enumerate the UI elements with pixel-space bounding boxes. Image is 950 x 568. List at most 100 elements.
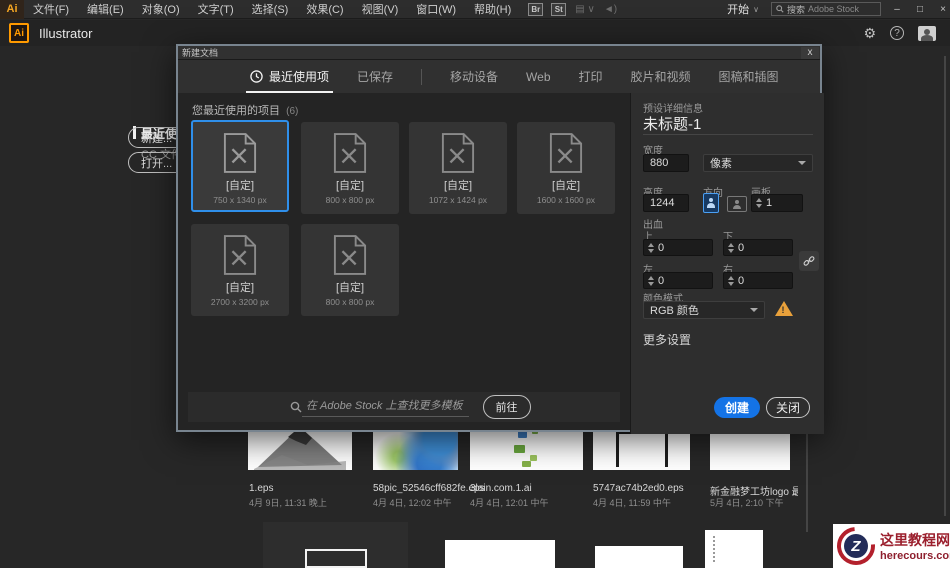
tab-art-illustration[interactable]: 图稿和插图 [719, 60, 779, 93]
stepper-arrows[interactable] [644, 275, 658, 286]
adobe-stock-search-input[interactable]: 搜索 Adobe Stock [771, 2, 881, 16]
tab-label: 打印 [578, 70, 603, 84]
menu-window[interactable]: 窗口(W) [407, 0, 465, 19]
menu-help[interactable]: 帮助(H) [465, 0, 520, 19]
document-name-input[interactable]: 未标题-1 [643, 113, 701, 134]
app-title: Illustrator [39, 25, 93, 41]
file-date: 5月 4日, 2:10 下午 [710, 498, 784, 508]
bleed-top-input[interactable]: 0 [643, 239, 713, 256]
file-thumbnail-partial[interactable] [263, 522, 408, 568]
file-thumbnail-partial[interactable] [445, 540, 555, 568]
color-mode-select[interactable]: RGB 颜色 [643, 301, 765, 319]
tab-saved[interactable]: 已保存 [357, 60, 393, 93]
create-button[interactable]: 创建 [714, 397, 760, 418]
tab-film-video[interactable]: 胶片和视频 [631, 60, 691, 93]
tab-mobile[interactable]: 移动设备 [450, 60, 498, 93]
stock-icon[interactable]: St [551, 2, 567, 16]
more-settings-link[interactable]: 更多设置 [643, 331, 691, 348]
stepper-arrows[interactable] [644, 242, 658, 253]
orientation-portrait-icon[interactable] [703, 193, 719, 213]
tab-label: Web [526, 69, 551, 84]
stepper-arrows[interactable] [724, 275, 738, 286]
maximize-button[interactable]: □ [913, 4, 927, 15]
unit-value: 像素 [710, 158, 732, 170]
preset-size: 800 x 800 px [325, 195, 375, 205]
stepper-arrows[interactable] [752, 198, 766, 208]
tab-recent[interactable]: 最近使用项 [245, 60, 334, 93]
stock-search-input[interactable]: 在 Adobe Stock 上查找更多模板 [302, 397, 469, 417]
menu-view[interactable]: 视图(V) [353, 0, 408, 19]
color-mode-value: RGB 颜色 [650, 305, 699, 317]
app-logo-icon: Ai [0, 0, 24, 19]
chevron-down-icon[interactable]: ∨ [753, 5, 759, 14]
bleed-right-input[interactable]: 0 [723, 272, 793, 289]
file-name[interactable]: 58pic_52546cff682fe.eps [373, 483, 485, 494]
file-name[interactable]: 3lain.com.1.ai [470, 483, 532, 494]
vertical-scrollbar[interactable] [806, 432, 808, 532]
unit-select[interactable]: 像素 [703, 154, 813, 172]
bleed-bottom-input[interactable]: 0 [723, 239, 793, 256]
tab-divider [421, 68, 423, 85]
illustrator-window: Ai 文件(F) 编辑(E) 对象(O) 文字(T) 选择(S) 效果(C) 视… [0, 0, 950, 568]
height-input[interactable]: 1244 [643, 194, 689, 212]
go-button[interactable]: 前往 [482, 395, 531, 419]
menu-bar: Ai 文件(F) 编辑(E) 对象(O) 文字(T) 选择(S) 效果(C) 视… [0, 0, 950, 19]
stepper-arrows[interactable] [724, 242, 738, 253]
settings-gear-icon[interactable]: ⚙ [863, 25, 876, 42]
preset-card-selected[interactable]: [自定] 750 x 1340 px [191, 120, 289, 212]
menu-type[interactable]: 文字(T) [189, 0, 243, 19]
file-thumbnail-partial[interactable] [705, 530, 763, 568]
preset-size: 2700 x 3200 px [210, 297, 270, 307]
width-input[interactable]: 880 [643, 154, 689, 172]
preset-card[interactable]: [自定] 800 x 800 px [301, 224, 399, 316]
dialog-titlebar[interactable]: 新建文档 x [178, 46, 820, 60]
menu-effect[interactable]: 效果(C) [297, 0, 352, 19]
preset-card[interactable]: [自定] 800 x 800 px [301, 122, 399, 214]
file-name[interactable]: 1.eps [249, 483, 273, 494]
close-button[interactable]: 关闭 [766, 397, 810, 418]
account-avatar[interactable] [918, 25, 936, 41]
minimize-button[interactable]: – [890, 4, 904, 15]
chevron-down-icon [798, 161, 806, 165]
orientation-landscape-icon[interactable] [727, 196, 747, 212]
tab-print[interactable]: 打印 [579, 60, 603, 93]
tab-label: 最近使用项 [269, 70, 330, 84]
artboard-stepper[interactable]: 1 [751, 194, 803, 212]
warning-icon[interactable] [775, 301, 793, 316]
file-name[interactable]: 5747ac74b2ed0.eps [593, 483, 684, 494]
dialog-body: 您最近使用的项目 (6) [自定] 750 x 1340 px [自定] 800… [178, 93, 824, 434]
workspace-switcher-icon: ▤ ∨ [575, 3, 595, 15]
dialog-close-icon[interactable]: x [801, 46, 819, 59]
bridge-icon[interactable]: Br [528, 2, 544, 16]
preset-card[interactable]: [自定] 1072 x 1424 px [409, 122, 507, 214]
menu-object[interactable]: 对象(O) [133, 0, 189, 19]
tab-label: 移动设备 [450, 70, 499, 84]
tab-label: 胶片和视频 [630, 70, 691, 84]
file-date: 4月 4日, 12:02 中午 [373, 498, 452, 508]
menu-edit[interactable]: 编辑(E) [78, 0, 133, 19]
watermark-site-url: herecours.com [880, 550, 950, 562]
artboard-value: 1 [766, 197, 773, 209]
file-date: 4月 4日, 12:01 中午 [470, 498, 549, 508]
preset-label: [自定] [335, 180, 365, 192]
document-icon [223, 133, 257, 173]
bleed-link-toggle[interactable] [799, 251, 819, 271]
file-thumbnail-partial[interactable] [595, 546, 683, 568]
tab-web[interactable]: Web [526, 60, 550, 93]
preset-card[interactable]: [自定] 2700 x 3200 px [191, 224, 289, 316]
start-workspace-label[interactable]: 开始 [727, 1, 749, 17]
help-icon[interactable]: ? [890, 26, 904, 40]
preset-size: 750 x 1340 px [213, 195, 267, 205]
close-window-button[interactable]: × [936, 4, 950, 15]
document-icon [333, 133, 367, 173]
menu-select[interactable]: 选择(S) [243, 0, 298, 19]
site-watermark: Z 这里教程网 herecours.com [829, 519, 950, 568]
menu-file[interactable]: 文件(F) [24, 0, 78, 19]
document-icon [549, 133, 583, 173]
preset-card[interactable]: [自定] 1600 x 1600 px [517, 122, 615, 214]
share-icon: ◄) [603, 3, 618, 15]
window-scrollbar[interactable] [944, 56, 946, 516]
preset-size: 1600 x 1600 px [536, 195, 596, 205]
bleed-left-input[interactable]: 0 [643, 272, 713, 289]
illustrator-logo-icon: Ai [9, 23, 29, 43]
